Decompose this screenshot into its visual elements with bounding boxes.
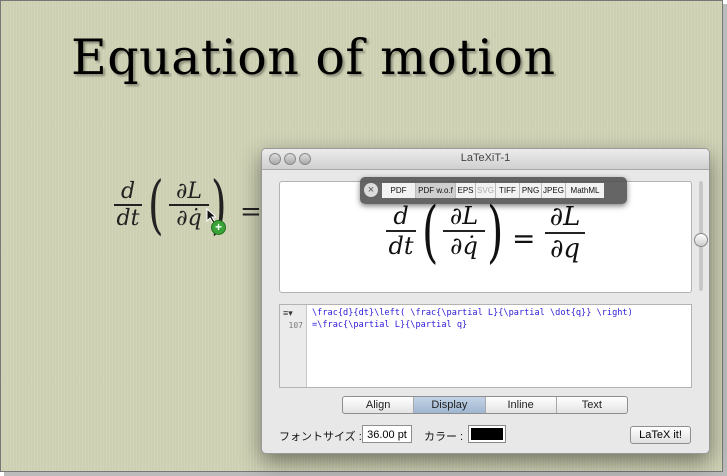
format-pdf-button[interactable]: PDF <box>382 183 416 198</box>
preview-frac-dl-dqdot: ∂L ∂q̇ <box>443 202 485 260</box>
color-well[interactable] <box>468 425 506 443</box>
preview-d: d <box>393 202 409 230</box>
editor-menu-icon[interactable]: ≡▾ <box>283 308 293 319</box>
format-svg-button[interactable]: SVG <box>476 183 496 198</box>
preview-partial-l: ∂L <box>449 202 479 230</box>
eq-partial-qdot: ∂q̇ <box>176 205 202 231</box>
latex-code-line-1[interactable]: \frac{d}{dt}\left( \frac{\partial L}{\pa… <box>312 307 633 319</box>
window-title: LaTeXiT-1 <box>460 152 511 164</box>
format-mathml-button[interactable]: MathML <box>566 183 604 198</box>
eq-partial-l: ∂L <box>176 179 202 204</box>
drag-copy-badge-icon: + <box>211 220 226 235</box>
preview-partial-qdot: ∂q̇ <box>450 231 478 260</box>
eq-d: d <box>120 179 136 204</box>
font-size-field[interactable]: 36.00 pt <box>362 425 412 443</box>
eq-dt: dt <box>116 205 140 231</box>
preview-equals: = <box>512 222 536 255</box>
mode-display-button[interactable]: Display <box>414 397 486 413</box>
color-swatch <box>471 428 503 440</box>
latex-it-button[interactable]: LaTeX it! <box>630 426 691 444</box>
slide-title: Equation of motion <box>71 29 556 86</box>
format-eps-button[interactable]: EPS <box>456 183 476 198</box>
eq-left-paren: ( <box>148 169 164 243</box>
editor-gutter: ≡▾ 107 <box>280 305 307 387</box>
preview-partial-q: ∂q <box>549 233 581 264</box>
mode-inline-button[interactable]: Inline <box>486 397 557 413</box>
magnification-slider-knob[interactable] <box>694 233 708 247</box>
mode-text-button[interactable]: Text <box>557 397 627 413</box>
format-tiff-button[interactable]: TIFF <box>496 183 520 198</box>
mode-align-button[interactable]: Align <box>343 397 415 413</box>
eq-frac-ddt: d dt <box>114 179 142 231</box>
font-size-label: フォントサイズ : <box>279 431 362 443</box>
eq-equals: = <box>240 197 262 227</box>
preview-dt: dt <box>388 231 414 260</box>
mode-segmented-control: Align Display Inline Text <box>342 396 628 414</box>
eq-frac-dl-dqdot: ∂L ∂q̇ <box>169 179 209 231</box>
close-toolbar-icon[interactable]: × <box>364 183 378 197</box>
format-jpeg-button[interactable]: JPEG <box>542 183 566 198</box>
preview-frac-ddt: d dt <box>386 202 416 260</box>
latex-code-line-2[interactable]: =\frac{\partial L}{\partial q} <box>312 319 467 331</box>
export-format-toolbar: × PDF PDF w.o.f EPS SVG TIFF PNG JPEG Ma… <box>360 177 627 204</box>
format-png-button[interactable]: PNG <box>520 183 542 198</box>
line-number: 107 <box>288 321 303 330</box>
window-titlebar[interactable]: LaTeXiT-1 <box>262 149 709 170</box>
format-pdf-wof-button[interactable]: PDF w.o.f <box>416 183 456 198</box>
preview-frac-dl-dq: ∂L ∂q <box>545 202 585 264</box>
latex-source-editor[interactable]: ≡▾ 107 \frac{d}{dt}\left( \frac{\partial… <box>279 304 692 388</box>
preview-partial-l: ∂L <box>549 202 581 232</box>
color-label: カラー : <box>424 431 464 443</box>
